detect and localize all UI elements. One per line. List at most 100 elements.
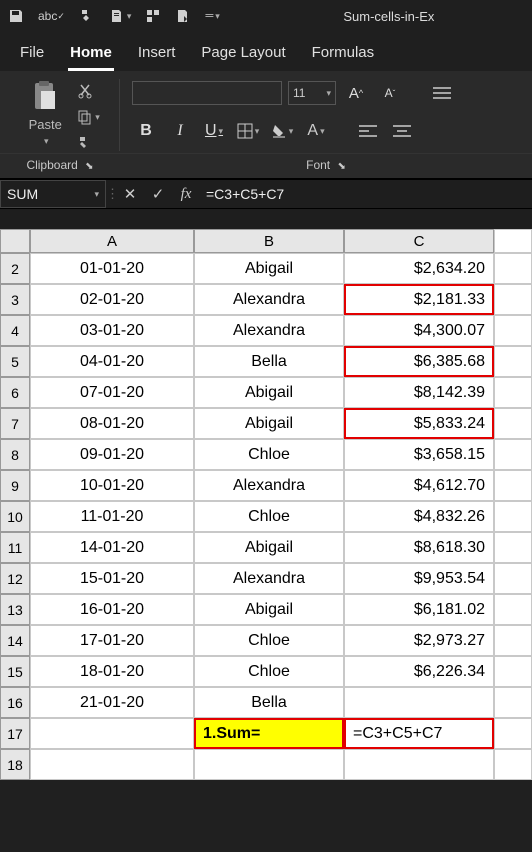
cell[interactable]: 09-01-20	[30, 439, 194, 470]
cell[interactable]: Abigail	[194, 377, 344, 408]
select-all-corner[interactable]	[0, 229, 30, 253]
save-icon[interactable]	[8, 8, 24, 24]
cell[interactable]	[30, 718, 194, 749]
copy-icon[interactable]: ▾	[77, 109, 100, 125]
cell[interactable]: 11-01-20	[30, 501, 194, 532]
formula-input[interactable]: =C3+C5+C7	[200, 186, 532, 202]
increase-font-icon[interactable]: A^	[342, 79, 370, 107]
chevron-down-icon[interactable]: ▾	[44, 136, 49, 147]
cell[interactable]: $4,300.07	[344, 315, 494, 346]
cell[interactable]: Abigail	[194, 253, 344, 284]
cell[interactable]: $8,618.30	[344, 532, 494, 563]
cell[interactable]: Alexandra	[194, 470, 344, 501]
cell[interactable]: Alexandra	[194, 563, 344, 594]
cell[interactable]: $2,973.27	[344, 625, 494, 656]
print-icon[interactable]	[175, 8, 191, 24]
tab-file[interactable]: File	[18, 38, 46, 71]
font-color-button[interactable]: A▾	[302, 117, 330, 145]
cell[interactable]: Alexandra	[194, 284, 344, 315]
cut-icon[interactable]	[77, 83, 100, 99]
fx-icon[interactable]: fx	[172, 186, 200, 203]
dialog-launcher-icon[interactable]: ⬊	[85, 161, 93, 172]
cell[interactable]: 01-01-20	[30, 253, 194, 284]
row-header[interactable]: 11	[0, 532, 30, 563]
cell[interactable]: $6,181.02	[344, 594, 494, 625]
bold-button[interactable]: B	[132, 117, 160, 145]
column-header[interactable]: A	[30, 229, 194, 253]
cell[interactable]: 17-01-20	[30, 625, 194, 656]
tab-page-layout[interactable]: Page Layout	[199, 38, 287, 71]
customize-qat-icon[interactable]: ═▾	[205, 10, 219, 22]
chevron-down-icon[interactable]: ▾	[94, 189, 99, 200]
row-header[interactable]: 15	[0, 656, 30, 687]
row-header[interactable]: 9	[0, 470, 30, 501]
row-header[interactable]: 10	[0, 501, 30, 532]
align-center-icon[interactable]	[388, 117, 416, 145]
row-header[interactable]: 18	[0, 749, 30, 780]
cell[interactable]: 16-01-20	[30, 594, 194, 625]
paste-button[interactable]: Paste ▾	[19, 79, 71, 151]
cell[interactable]: 04-01-20	[30, 346, 194, 377]
cell[interactable]: Chloe	[194, 439, 344, 470]
cell[interactable]: 08-01-20	[30, 408, 194, 439]
tab-formulas[interactable]: Formulas	[310, 38, 377, 71]
cell[interactable]	[30, 749, 194, 780]
underline-button[interactable]: U▾	[200, 117, 228, 145]
row-header[interactable]: 5	[0, 346, 30, 377]
font-size-select[interactable]: 11 ▾	[288, 81, 336, 105]
cell[interactable]: 15-01-20	[30, 563, 194, 594]
cell[interactable]: Chloe	[194, 656, 344, 687]
cell[interactable]: Alexandra	[194, 315, 344, 346]
cell[interactable]: $5,833.24	[344, 408, 494, 439]
cell[interactable]: $4,612.70	[344, 470, 494, 501]
row-header[interactable]: 2	[0, 253, 30, 284]
row-header[interactable]: 8	[0, 439, 30, 470]
cell[interactable]: 18-01-20	[30, 656, 194, 687]
format-painter-icon[interactable]	[79, 8, 95, 24]
row-header[interactable]: 6	[0, 377, 30, 408]
cell[interactable]: $3,658.15	[344, 439, 494, 470]
decrease-font-icon[interactable]: Aˇ	[376, 79, 404, 107]
enter-formula-icon[interactable]: ✓	[144, 185, 172, 203]
cell[interactable]: Bella	[194, 687, 344, 718]
filter-icon[interactable]	[145, 8, 161, 24]
tab-insert[interactable]: Insert	[136, 38, 178, 71]
cell[interactable]: 03-01-20	[30, 315, 194, 346]
spreadsheet-grid[interactable]: A B C 201-01-20Abigail$2,634.20302-01-20…	[0, 229, 532, 780]
cell[interactable]: $6,385.68	[344, 346, 494, 377]
cell[interactable]: Chloe	[194, 625, 344, 656]
fill-color-button[interactable]: ▾	[268, 117, 296, 145]
spellcheck-icon[interactable]: abc✓	[38, 9, 65, 23]
cell[interactable]: Bella	[194, 346, 344, 377]
cell[interactable]: $2,634.20	[344, 253, 494, 284]
cell[interactable]: $9,953.54	[344, 563, 494, 594]
cell[interactable]: Chloe	[194, 501, 344, 532]
cell[interactable]: 07-01-20	[30, 377, 194, 408]
cell[interactable]: 02-01-20	[30, 284, 194, 315]
dialog-launcher-icon[interactable]: ⬊	[337, 161, 345, 172]
cell[interactable]: Abigail	[194, 532, 344, 563]
row-header[interactable]: 12	[0, 563, 30, 594]
row-header[interactable]: 14	[0, 625, 30, 656]
row-header[interactable]: 16	[0, 687, 30, 718]
cell[interactable]: 10-01-20	[30, 470, 194, 501]
cell[interactable]	[344, 749, 494, 780]
cell[interactable]: 1.Sum=	[194, 718, 344, 749]
cell[interactable]: 14-01-20	[30, 532, 194, 563]
row-header[interactable]: 7	[0, 408, 30, 439]
row-header[interactable]: 3	[0, 284, 30, 315]
cell[interactable]	[194, 749, 344, 780]
cell[interactable]: $4,832.26	[344, 501, 494, 532]
cell[interactable]: Abigail	[194, 408, 344, 439]
row-header[interactable]: 13	[0, 594, 30, 625]
cancel-formula-icon[interactable]: ✕	[116, 185, 144, 203]
name-box[interactable]: SUM ▾	[0, 180, 106, 208]
cell[interactable]: $2,181.33	[344, 284, 494, 315]
italic-button[interactable]: I	[166, 117, 194, 145]
column-header[interactable]: B	[194, 229, 344, 253]
borders-button[interactable]: ▾	[234, 117, 262, 145]
cell[interactable]: $6,226.34	[344, 656, 494, 687]
cell[interactable]: Abigail	[194, 594, 344, 625]
tab-home[interactable]: Home	[68, 38, 114, 71]
column-header[interactable]: C	[344, 229, 494, 253]
